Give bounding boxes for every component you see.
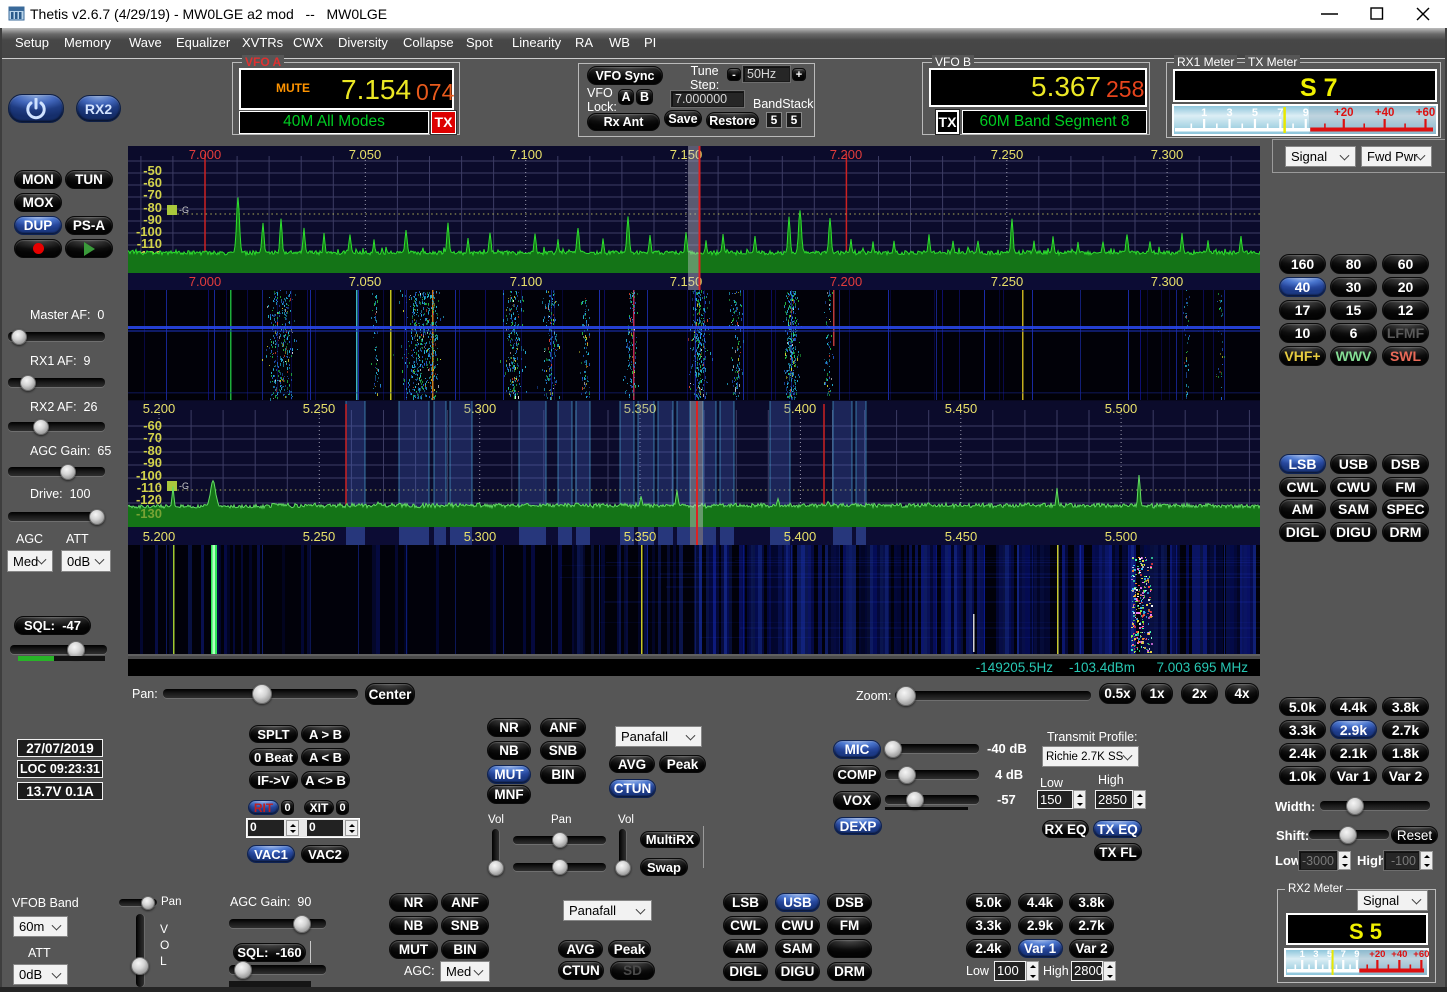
svg-text:5.250: 5.250: [303, 401, 336, 416]
svg-text:+60: +60: [1413, 949, 1429, 960]
svg-text:9: 9: [1354, 949, 1359, 960]
svg-text:+40: +40: [1391, 949, 1407, 960]
svg-text:5.450: 5.450: [945, 401, 978, 416]
svg-text:7.100: 7.100: [510, 147, 543, 162]
svg-text:1: 1: [1300, 949, 1306, 960]
svg-text:5.400: 5.400: [784, 529, 817, 544]
svg-text:7.200: 7.200: [830, 274, 863, 289]
svg-text:7.300: 7.300: [1151, 274, 1184, 289]
svg-text:3: 3: [1313, 949, 1318, 960]
svg-text:7.000: 7.000: [189, 274, 222, 289]
svg-text:7.000: 7.000: [189, 147, 222, 162]
svg-text:1: 1: [1201, 107, 1207, 119]
svg-text:5.500: 5.500: [1105, 401, 1138, 416]
svg-text:5.450: 5.450: [945, 529, 978, 544]
svg-text:7.250: 7.250: [991, 274, 1024, 289]
svg-text:-149205.5Hz: -149205.5Hz: [976, 660, 1054, 675]
svg-text:-G: -G: [179, 205, 189, 215]
svg-text:5.250: 5.250: [303, 529, 336, 544]
svg-text:5.300: 5.300: [464, 529, 497, 544]
svg-text:-103.4dBm: -103.4dBm: [1069, 660, 1135, 675]
svg-text:+40: +40: [1375, 107, 1395, 119]
svg-text:7.050: 7.050: [349, 147, 382, 162]
svg-text:-G: -G: [179, 481, 189, 491]
svg-text:5: 5: [1252, 107, 1258, 119]
svg-text:7.050: 7.050: [349, 274, 382, 289]
svg-text:5.200: 5.200: [143, 529, 176, 544]
svg-text:5.200: 5.200: [143, 401, 176, 416]
svg-text:7.100: 7.100: [510, 274, 543, 289]
svg-text:+20: +20: [1334, 107, 1354, 119]
svg-text:7: 7: [1341, 949, 1346, 960]
svg-text:9: 9: [1303, 107, 1309, 119]
svg-text:7.003 695 MHz: 7.003 695 MHz: [1156, 660, 1248, 675]
svg-text:3: 3: [1226, 107, 1232, 119]
svg-text:5.350: 5.350: [624, 529, 657, 544]
svg-text:7.300: 7.300: [1151, 147, 1184, 162]
svg-text:+20: +20: [1369, 949, 1385, 960]
svg-text:-130: -130: [136, 506, 162, 521]
svg-text:5.500: 5.500: [1105, 529, 1138, 544]
svg-text:7.250: 7.250: [991, 147, 1024, 162]
svg-text:7.200: 7.200: [830, 147, 863, 162]
svg-text:+60: +60: [1416, 107, 1436, 119]
svg-text:7: 7: [1277, 107, 1283, 119]
